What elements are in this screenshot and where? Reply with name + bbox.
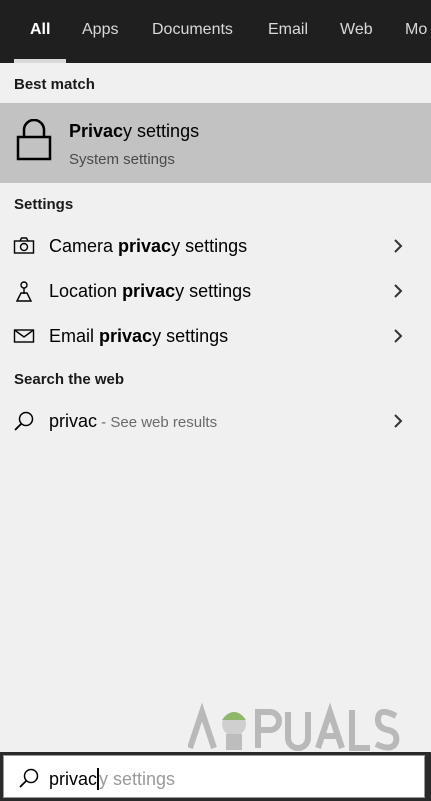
email-privacy-settings-item[interactable]: Email privacy settings <box>0 314 431 358</box>
chevron-right-icon <box>394 239 403 253</box>
search-box-container: privac y settings <box>0 752 431 801</box>
chevron-right-icon <box>394 329 403 343</box>
best-match-subtitle: System settings <box>69 151 175 168</box>
tab-apps[interactable]: Apps <box>82 20 118 40</box>
location-privacy-label: Location privacy settings <box>49 281 252 301</box>
search-icon <box>19 768 39 788</box>
appuals-watermark-logo <box>188 702 400 751</box>
autocomplete-suggestion: y settings <box>99 769 176 789</box>
tab-web[interactable]: Web <box>340 20 373 40</box>
location-privacy-settings-item[interactable]: Location privacy settings <box>0 269 431 313</box>
settings-header: Settings <box>14 196 74 213</box>
tab-more[interactable]: Mo <box>405 20 427 40</box>
search-input[interactable]: privac y settings <box>3 755 425 798</box>
best-match-result[interactable]: Privacy settings System settings <box>0 103 431 183</box>
location-icon <box>15 281 33 302</box>
search-scope-tabs: All Apps Documents Email Web Mo <box>0 0 431 63</box>
best-match-title: Privacy settings <box>69 121 200 141</box>
search-icon <box>14 411 34 431</box>
best-match-header: Best match <box>14 76 95 93</box>
active-tab-indicator <box>14 59 66 63</box>
camera-privacy-settings-item[interactable]: Camera privacy settings <box>0 224 431 268</box>
tab-documents[interactable]: Documents <box>152 20 233 40</box>
lock-icon <box>16 119 52 161</box>
web-search-result[interactable]: privac - See web results <box>0 399 431 443</box>
camera-privacy-label: Camera privacy settings <box>49 236 248 256</box>
email-privacy-label: Email privacy settings <box>49 326 229 346</box>
tab-email[interactable]: Email <box>268 20 308 40</box>
search-web-header: Search the web <box>14 371 125 388</box>
chevron-right-icon <box>394 414 403 428</box>
email-icon <box>13 329 35 343</box>
camera-icon <box>13 237 35 254</box>
search-query-text: privac y settings <box>49 768 176 790</box>
chevron-right-icon <box>394 284 403 298</box>
web-result-label: privac - See web results <box>49 411 218 431</box>
tab-all[interactable]: All <box>30 20 50 40</box>
